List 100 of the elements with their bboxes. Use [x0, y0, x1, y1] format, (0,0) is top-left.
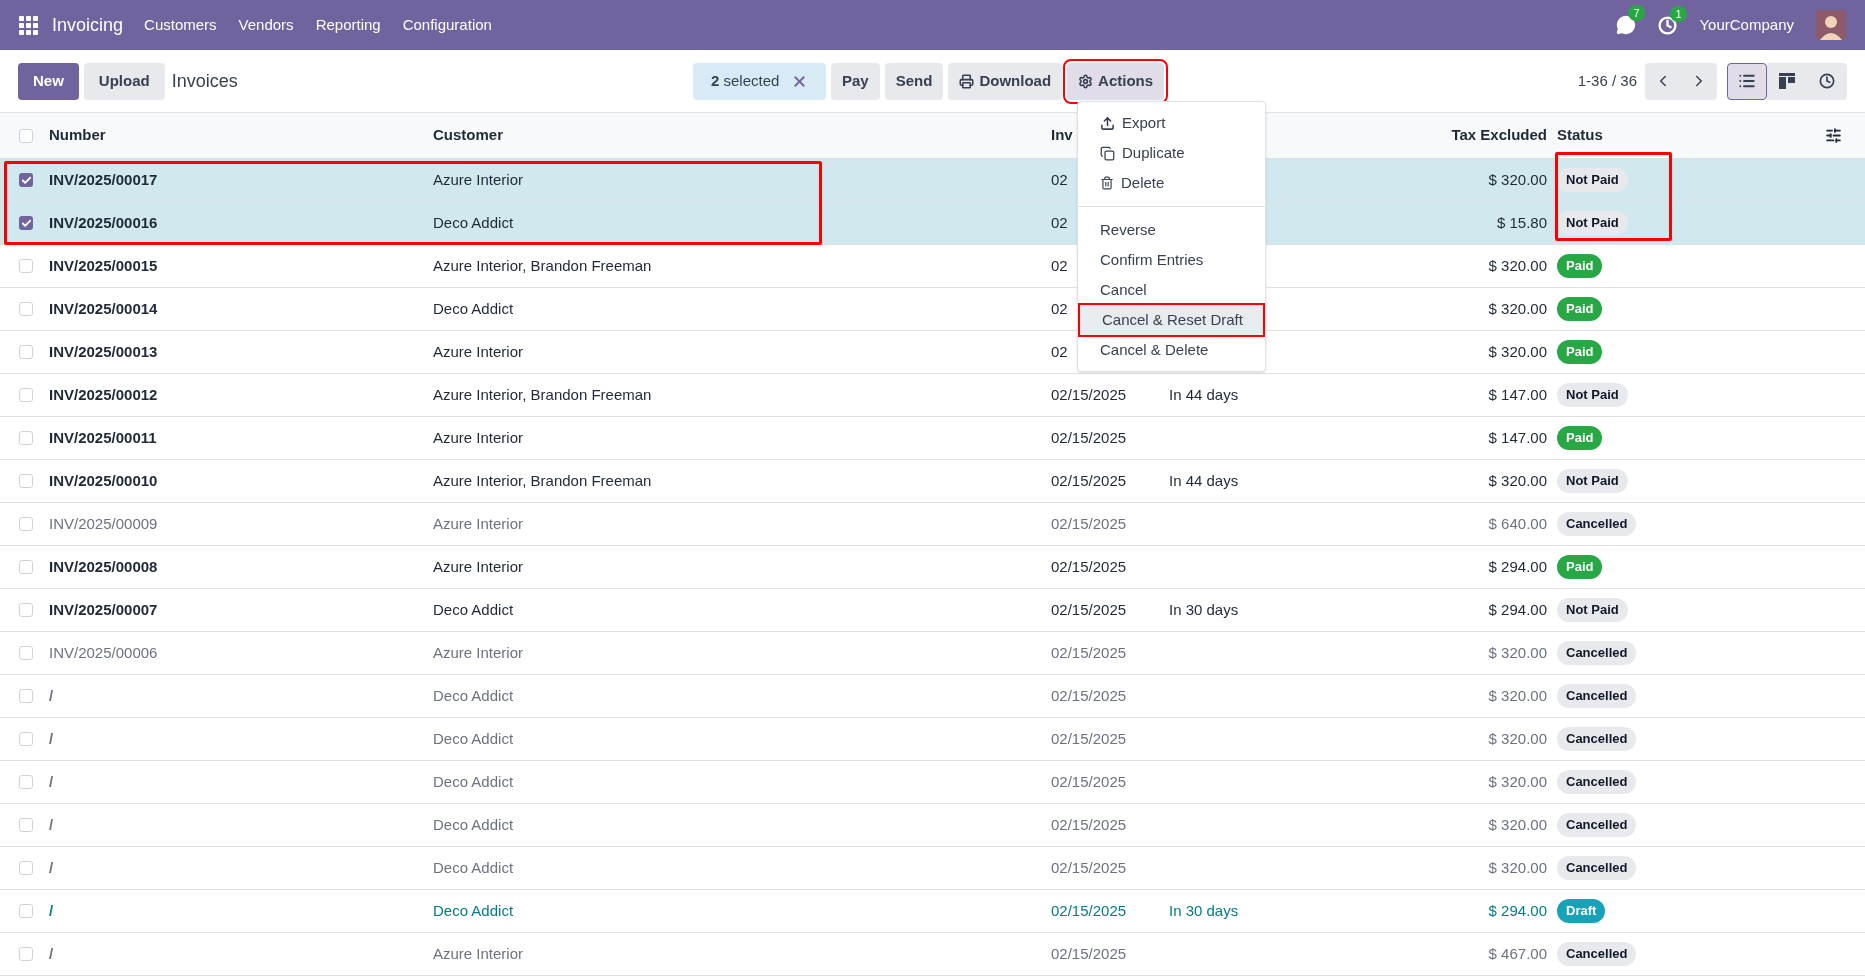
- invoice-row[interactable]: INV/2025/00010 Azure Interior, Brandon Freeman 02/15/2025 In 44 days $ 320.00 Not Paid: [0, 460, 1865, 503]
- menu-item[interactable]: Confirm Entries: [1078, 245, 1265, 275]
- row-checkbox[interactable]: [19, 689, 33, 703]
- menu-item[interactable]: Delete: [1078, 168, 1265, 198]
- clock-icon[interactable]: [1658, 15, 1678, 35]
- column-header[interactable]: Number: [49, 124, 433, 147]
- row-checkbox[interactable]: [19, 259, 33, 273]
- activity-count-badge: 1: [1670, 5, 1687, 22]
- row-checkbox[interactable]: [19, 775, 33, 789]
- upload-button[interactable]: Upload: [83, 62, 165, 100]
- view-switch-button[interactable]: [1807, 62, 1847, 100]
- row-checkbox[interactable]: [19, 388, 33, 402]
- invoice-row[interactable]: / Deco Addict 02/15/2025 $ 320.00 Cancelled: [0, 675, 1865, 718]
- tax-excluded-amount: $ 294.00: [1487, 556, 1548, 577]
- invoice-date: 02/15/2025: [1051, 943, 1127, 964]
- view-switch-button[interactable]: [1727, 62, 1767, 100]
- status-badge: Cancelled: [1557, 856, 1637, 880]
- invoice-row[interactable]: / Deco Addict 02/15/2025 $ 320.00 Cancelled: [0, 718, 1865, 761]
- invoice-date: 02/15/2025: [1051, 513, 1127, 534]
- status-badge: Cancelled: [1557, 641, 1637, 665]
- invoice-row[interactable]: / Deco Addict 02/15/2025 $ 320.00 Cancelled: [0, 847, 1865, 890]
- app-title[interactable]: Invoicing: [52, 11, 124, 39]
- row-checkbox[interactable]: [19, 947, 33, 961]
- page-title: Invoices: [171, 69, 238, 93]
- row-checkbox[interactable]: [19, 302, 33, 316]
- clear-selection-icon[interactable]: [791, 73, 808, 90]
- menu-item[interactable]: Cancel & Delete: [1078, 335, 1265, 365]
- settings-sliders-icon[interactable]: [1825, 127, 1842, 144]
- invoice-date: 02: [1051, 341, 1068, 362]
- menu-item[interactable]: Export: [1078, 108, 1265, 138]
- tax-excluded-amount: $ 320.00: [1487, 470, 1548, 491]
- company-name[interactable]: YourCompany: [1699, 13, 1794, 37]
- menu-item[interactable]: Cancel & Reset Draft: [1080, 305, 1263, 335]
- chat-icon[interactable]: [1616, 15, 1637, 35]
- status-badge: Cancelled: [1557, 684, 1637, 708]
- row-checkbox[interactable]: [19, 173, 33, 187]
- copy-icon: [1100, 145, 1115, 161]
- customer-name: Deco Addict: [433, 685, 515, 706]
- invoice-number: /: [49, 685, 55, 706]
- row-checkbox[interactable]: [19, 818, 33, 832]
- tax-excluded-amount: $ 320.00: [1487, 169, 1548, 190]
- row-checkbox[interactable]: [19, 216, 33, 230]
- row-checkbox[interactable]: [19, 345, 33, 359]
- nav-menu-item[interactable]: Reporting: [304, 13, 392, 37]
- invoice-number: INV/2025/00017: [49, 169, 159, 190]
- status-badge: Not Paid: [1557, 469, 1628, 493]
- row-checkbox[interactable]: [19, 517, 33, 531]
- invoice-date: 02/15/2025: [1051, 857, 1127, 878]
- invoice-date: 02/15/2025: [1051, 556, 1127, 577]
- invoice-date: 02/15/2025: [1051, 814, 1127, 835]
- invoice-date: 02/15/2025: [1051, 900, 1127, 921]
- invoice-row[interactable]: INV/2025/00009 Azure Interior 02/15/2025 $ 640.00 Cancelled: [0, 503, 1865, 546]
- printer-icon: [959, 74, 975, 89]
- invoice-number: INV/2025/00010: [49, 470, 159, 491]
- invoice-row[interactable]: / Deco Addict 02/15/2025 $ 320.00 Cancelled: [0, 761, 1865, 804]
- nav-menu-item[interactable]: Configuration: [391, 13, 503, 37]
- toolbar-button[interactable]: Send: [884, 63, 944, 100]
- status-badge: Not Paid: [1557, 168, 1628, 192]
- due-date: In 44 days: [1168, 384, 1240, 405]
- customer-name: Azure Interior: [433, 427, 525, 448]
- view-switch-button[interactable]: [1767, 62, 1807, 100]
- invoice-row[interactable]: INV/2025/00008 Azure Interior 02/15/2025 $ 294.00 Paid: [0, 546, 1865, 589]
- row-checkbox[interactable]: [19, 646, 33, 660]
- row-checkbox[interactable]: [19, 474, 33, 488]
- invoice-number: INV/2025/00006: [49, 642, 159, 663]
- previous-page-button[interactable]: [1645, 62, 1681, 100]
- row-checkbox[interactable]: [19, 560, 33, 574]
- pager-range[interactable]: 1-36 / 36: [1577, 69, 1637, 93]
- user-avatar[interactable]: [1816, 10, 1846, 40]
- row-checkbox[interactable]: [19, 861, 33, 875]
- invoice-row[interactable]: / Azure Interior 02/15/2025 $ 467.00 Cancelled: [0, 933, 1865, 976]
- column-header[interactable]: Customer: [433, 124, 1051, 147]
- row-checkbox[interactable]: [19, 904, 33, 918]
- status-badge: Paid: [1557, 426, 1603, 450]
- nav-menu-item[interactable]: Customers: [133, 13, 228, 37]
- invoice-row[interactable]: / Deco Addict 02/15/2025 $ 320.00 Cancelled: [0, 804, 1865, 847]
- upload-icon: [1100, 115, 1115, 131]
- new-button[interactable]: New: [18, 62, 79, 100]
- apps-menu-icon[interactable]: [19, 15, 38, 35]
- invoice-row[interactable]: / Deco Addict 02/15/2025 In 30 days $ 294.00 Draft: [0, 890, 1865, 933]
- status-badge: Cancelled: [1557, 512, 1637, 536]
- trash-icon: [1100, 176, 1114, 190]
- customer-name: Deco Addict: [433, 212, 515, 233]
- invoice-row[interactable]: INV/2025/00007 Deco Addict 02/15/2025 In 30 days $ 294.00 Not Paid: [0, 589, 1865, 632]
- toolbar-button[interactable]: Download: [948, 63, 1063, 100]
- column-header[interactable]: Tax Excluded: [1390, 124, 1557, 147]
- invoice-row[interactable]: INV/2025/00012 Azure Interior, Brandon Freeman 02/15/2025 In 44 days $ 147.00 Not Paid: [0, 374, 1865, 417]
- menu-item[interactable]: Reverse: [1078, 215, 1265, 245]
- toolbar-button[interactable]: Pay: [831, 63, 880, 100]
- next-page-button[interactable]: [1681, 62, 1717, 100]
- select-all-checkbox[interactable]: [19, 128, 33, 143]
- nav-menu-item[interactable]: Vendors: [227, 13, 305, 37]
- row-checkbox[interactable]: [19, 431, 33, 445]
- column-header[interactable]: Status: [1557, 124, 1825, 147]
- invoice-row[interactable]: INV/2025/00006 Azure Interior 02/15/2025 $ 320.00 Cancelled: [0, 632, 1865, 675]
- row-checkbox[interactable]: [19, 732, 33, 746]
- invoice-row[interactable]: INV/2025/00011 Azure Interior 02/15/2025 $ 147.00 Paid: [0, 417, 1865, 460]
- status-badge: Paid: [1557, 555, 1603, 579]
- row-checkbox[interactable]: [19, 603, 33, 617]
- tax-excluded-amount: $ 294.00: [1487, 599, 1548, 620]
